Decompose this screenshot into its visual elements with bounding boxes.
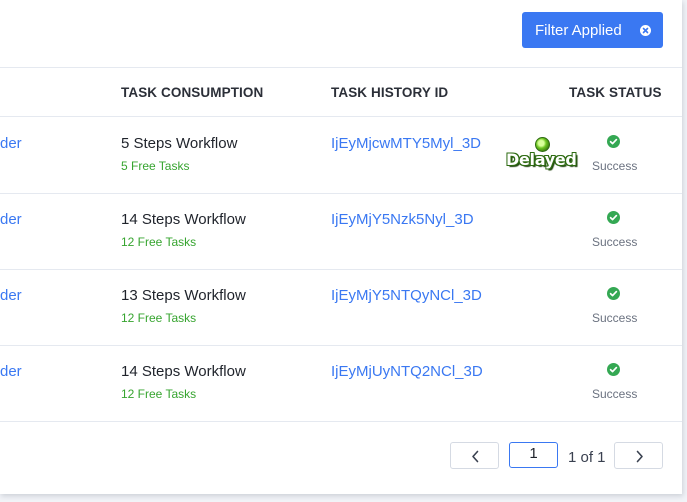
filter-applied-button[interactable]: Filter Applied bbox=[522, 12, 663, 48]
free-tasks: 12 Free Tasks bbox=[121, 235, 197, 249]
page-count-text: 1 of 1 bbox=[568, 449, 606, 466]
table-row: der 13 Steps Workflow 12 Free Tasks IjEy… bbox=[0, 270, 682, 346]
row-name-link[interactable]: der bbox=[0, 287, 22, 304]
table-row: der 14 Steps Workflow 12 Free Tasks IjEy… bbox=[0, 346, 682, 422]
delayed-overlay-label: Delayed bbox=[506, 150, 577, 169]
task-history-id-link[interactable]: IjEyMjUyNTQ2NCl_3D bbox=[331, 363, 483, 380]
column-header-task-history-id: TASK HISTORY ID bbox=[331, 85, 449, 100]
page-number-input[interactable]: 1 bbox=[509, 442, 558, 468]
next-page-button[interactable] bbox=[614, 442, 663, 469]
column-header-task-consumption: TASK CONSUMPTION bbox=[121, 85, 264, 100]
free-tasks: 12 Free Tasks bbox=[121, 311, 197, 325]
status-text: Success bbox=[592, 159, 638, 173]
table-row: der 5 Steps Workflow 5 Free Tasks IjEyMj… bbox=[0, 118, 682, 194]
success-check-icon bbox=[607, 211, 620, 224]
chevron-right-icon bbox=[636, 450, 643, 463]
status-text: Success bbox=[592, 387, 638, 401]
task-history-id-link[interactable]: IjEyMjcwMTY5Myl_3D bbox=[331, 135, 481, 152]
free-tasks: 5 Free Tasks bbox=[121, 159, 190, 173]
workflow-steps: 13 Steps Workflow bbox=[121, 287, 246, 304]
row-name-link[interactable]: der bbox=[0, 135, 22, 152]
success-check-icon bbox=[607, 363, 620, 376]
chevron-left-icon bbox=[472, 450, 479, 463]
success-check-icon bbox=[607, 135, 620, 148]
task-history-id-link[interactable]: IjEyMjY5Nzk5Nyl_3D bbox=[331, 211, 474, 228]
clear-filter-icon[interactable] bbox=[640, 25, 651, 36]
workflow-steps: 14 Steps Workflow bbox=[121, 363, 246, 380]
success-check-icon bbox=[607, 287, 620, 300]
row-name-link[interactable]: der bbox=[0, 211, 22, 228]
workflow-steps: 14 Steps Workflow bbox=[121, 211, 246, 228]
table-row: der 14 Steps Workflow 12 Free Tasks IjEy… bbox=[0, 194, 682, 270]
free-tasks: 12 Free Tasks bbox=[121, 387, 197, 401]
workflow-steps: 5 Steps Workflow bbox=[121, 135, 238, 152]
column-header-task-status: TASK STATUS bbox=[569, 85, 662, 100]
row-name-link[interactable]: der bbox=[0, 363, 22, 380]
task-history-card: Filter Applied TASK CONSUMPTION TASK HIS… bbox=[0, 0, 682, 494]
table-header-row: TASK CONSUMPTION TASK HISTORY ID TASK ST… bbox=[0, 67, 682, 117]
status-text: Success bbox=[592, 311, 638, 325]
previous-page-button[interactable] bbox=[450, 442, 499, 469]
task-history-id-link[interactable]: IjEyMjY5NTQyNCl_3D bbox=[331, 287, 482, 304]
filter-applied-label: Filter Applied bbox=[535, 21, 622, 39]
status-text: Success bbox=[592, 235, 638, 249]
